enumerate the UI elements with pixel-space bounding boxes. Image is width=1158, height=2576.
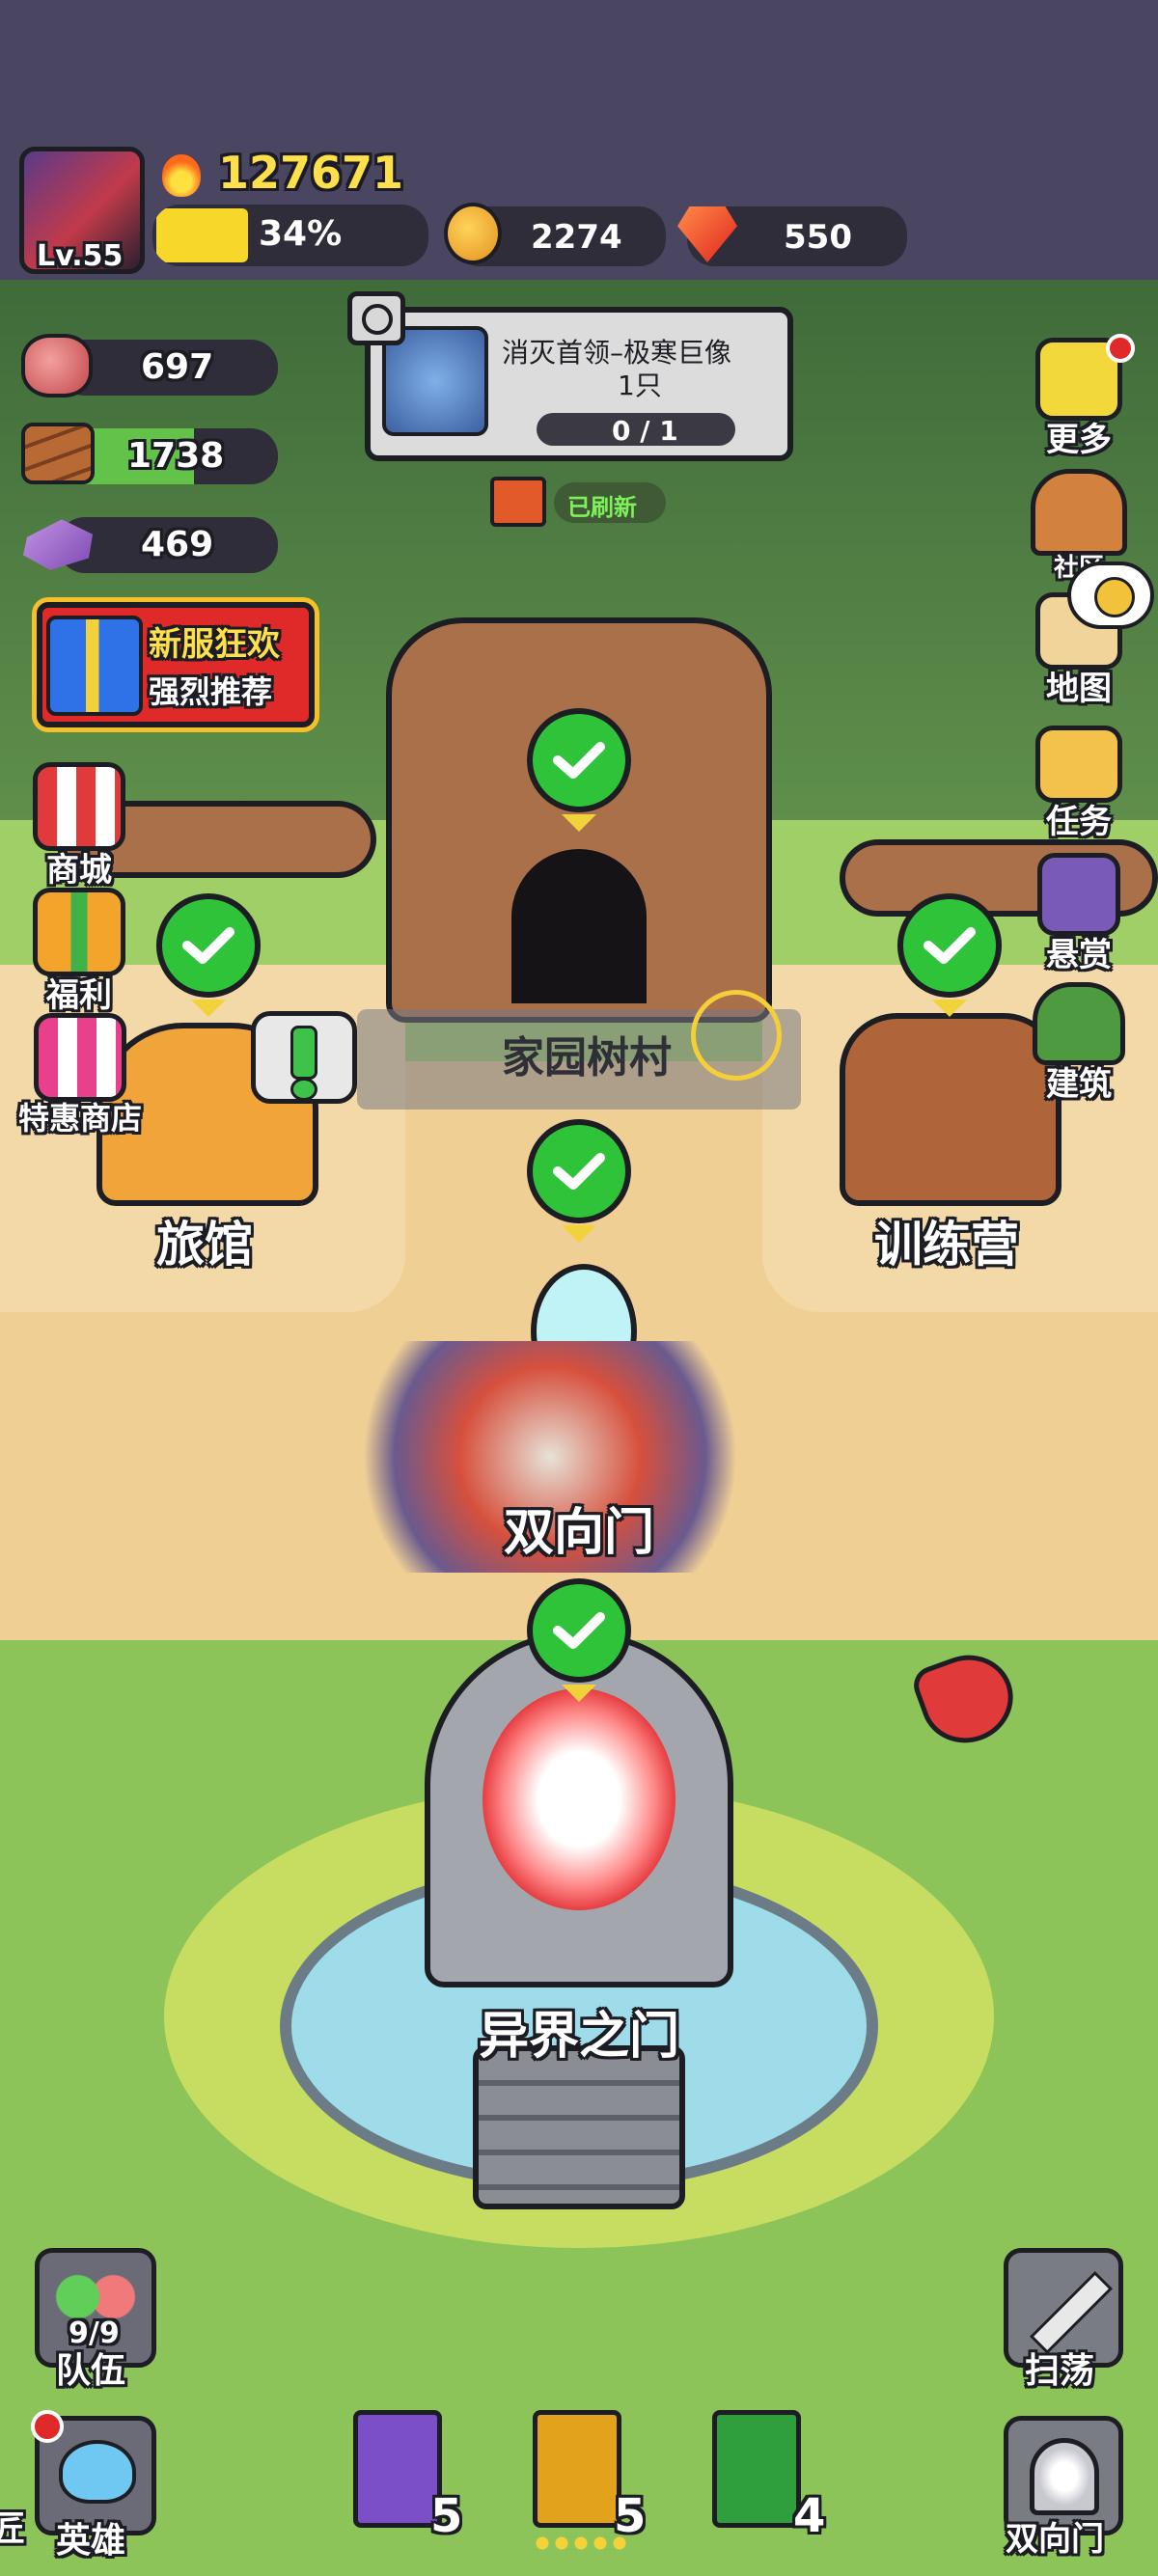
team-label: 队伍: [56, 2351, 126, 2391]
gold-coin-icon: [444, 203, 502, 264]
special-shop-icon: [34, 1013, 126, 1102]
exp-bar: 34%: [152, 205, 428, 266]
lightning-book-icon: [353, 2410, 442, 2528]
shop-label: 商城: [46, 851, 112, 890]
wing-book-icon: [533, 2410, 621, 2528]
promo-banner[interactable]: 新服狂欢 强烈推荐: [37, 602, 315, 727]
promo-line1: 新服狂欢: [149, 625, 280, 664]
refreshed-label: 已刷新: [567, 494, 637, 521]
check-icon: [527, 708, 631, 812]
gem-value: 550: [784, 218, 852, 257]
check-marker-village[interactable]: [527, 1119, 631, 1243]
team-slimes-icon: [51, 2264, 140, 2318]
quest-subtitle: 1只: [618, 370, 662, 401]
welfare-button[interactable]: 福利: [21, 888, 137, 1016]
village-name: 家园树村: [502, 1033, 672, 1082]
book-count: 4: [793, 2489, 826, 2543]
shop-button[interactable]: 商城: [21, 762, 137, 891]
gift-box-icon: [46, 616, 143, 716]
resource-ore[interactable]: 469: [58, 517, 278, 573]
book-page-dots: [533, 2535, 629, 2551]
building-label: 建筑: [1046, 1065, 1112, 1104]
quest-progress-text: 0 / 1: [612, 415, 678, 447]
check-icon: [527, 1119, 631, 1223]
marker-pointer: [562, 1225, 596, 1243]
training-label: 训练营: [874, 1217, 1019, 1273]
twoway-gate-label: 双向门: [504, 1504, 655, 1562]
otherworld-gate-portal[interactable]: [482, 1688, 676, 1910]
map-label: 地图: [1046, 670, 1112, 708]
special-shop-button[interactable]: 特惠商店: [8, 1013, 152, 1138]
shop-awning-icon: [33, 762, 125, 851]
inn-label: 旅馆: [156, 1217, 253, 1273]
check-marker-inn[interactable]: [156, 893, 261, 1017]
book-count: 5: [430, 2489, 463, 2543]
check-icon: [897, 893, 1002, 998]
marker-pointer: [562, 814, 596, 832]
house-icon: [1031, 469, 1127, 556]
refreshed-badge: 已刷新: [554, 482, 666, 523]
gate-label: 双向门: [1006, 2520, 1104, 2559]
heal-book-icon: [712, 2410, 801, 2528]
promo-line2: 强烈推荐: [149, 673, 273, 710]
task-scroll-icon: [1035, 726, 1122, 803]
notification-dot: [1106, 334, 1135, 363]
tasks-button[interactable]: 任务: [1021, 726, 1137, 842]
quest-title: 消灭首领–极寒巨像: [502, 337, 732, 369]
welfare-label: 福利: [46, 976, 112, 1015]
resource-value: 469: [141, 525, 214, 564]
bounty-button[interactable]: 悬赏: [1021, 853, 1137, 975]
check-icon: [527, 1578, 631, 1683]
otherworld-gate-label: 异界之门: [479, 2008, 680, 2066]
alert-bubble-icon[interactable]: [251, 1011, 357, 1104]
skill-book-lightning[interactable]: 5: [353, 2410, 462, 2543]
marker-pointer: [562, 1685, 596, 1702]
building-button[interactable]: 建筑: [1021, 982, 1137, 1105]
map-button[interactable]: 地图: [1021, 562, 1154, 709]
more-button[interactable]: 更多: [1021, 334, 1137, 460]
hero-notification-dot: [31, 2410, 64, 2443]
blue-slime-icon: [59, 2440, 136, 2504]
gift-icon: [33, 888, 125, 976]
tree-hollow-entrance[interactable]: [511, 849, 647, 1003]
gate-stairs: [473, 2045, 685, 2209]
hero-label: 英雄: [56, 2521, 126, 2561]
refresh-chest-icon: [490, 477, 546, 527]
exp-percent-label: 34%: [259, 214, 343, 254]
exp-bar-fill: [156, 208, 248, 262]
gem-counter[interactable]: 550: [677, 206, 907, 266]
edge-clipped-label: 匠: [0, 2509, 26, 2549]
tasks-label: 任务: [1046, 803, 1112, 841]
check-marker-tree[interactable]: [527, 708, 631, 832]
meat-icon: [21, 334, 93, 397]
check-marker-gate[interactable]: [527, 1578, 631, 1702]
player-level: Lv.55: [37, 239, 124, 273]
quest-card[interactable]: 消灭首领–极寒巨像 1只 0 / 1: [365, 307, 793, 461]
power-value: 127671: [218, 147, 404, 199]
magnifier-icon[interactable]: [347, 291, 405, 345]
resource-value: 697: [141, 347, 214, 387]
gold-counter[interactable]: 2274: [444, 203, 666, 266]
marker-pointer: [191, 1000, 226, 1017]
wood-icon: [21, 423, 95, 484]
more-label: 更多: [1046, 421, 1112, 459]
check-icon: [156, 893, 261, 998]
resource-value: 1738: [127, 436, 225, 476]
skill-book-heal[interactable]: 4: [712, 2410, 825, 2543]
bounty-poster-icon: [1037, 853, 1120, 936]
skill-book-wing[interactable]: 5: [533, 2410, 646, 2551]
portal-arch-icon: [1030, 2438, 1099, 2515]
sparkle-ring: [691, 990, 782, 1081]
gold-value: 2274: [531, 218, 622, 257]
special-shop-label: 特惠商店: [17, 1100, 142, 1137]
power-flame-icon: [162, 154, 201, 197]
check-marker-training[interactable]: [897, 893, 1002, 1017]
marker-pointer: [932, 1000, 967, 1017]
bounty-label: 悬赏: [1046, 936, 1112, 974]
sweep-label: 扫荡: [1025, 2351, 1095, 2391]
building-tree-icon: [1033, 982, 1125, 1065]
skull-bubble-icon: [1067, 562, 1154, 629]
